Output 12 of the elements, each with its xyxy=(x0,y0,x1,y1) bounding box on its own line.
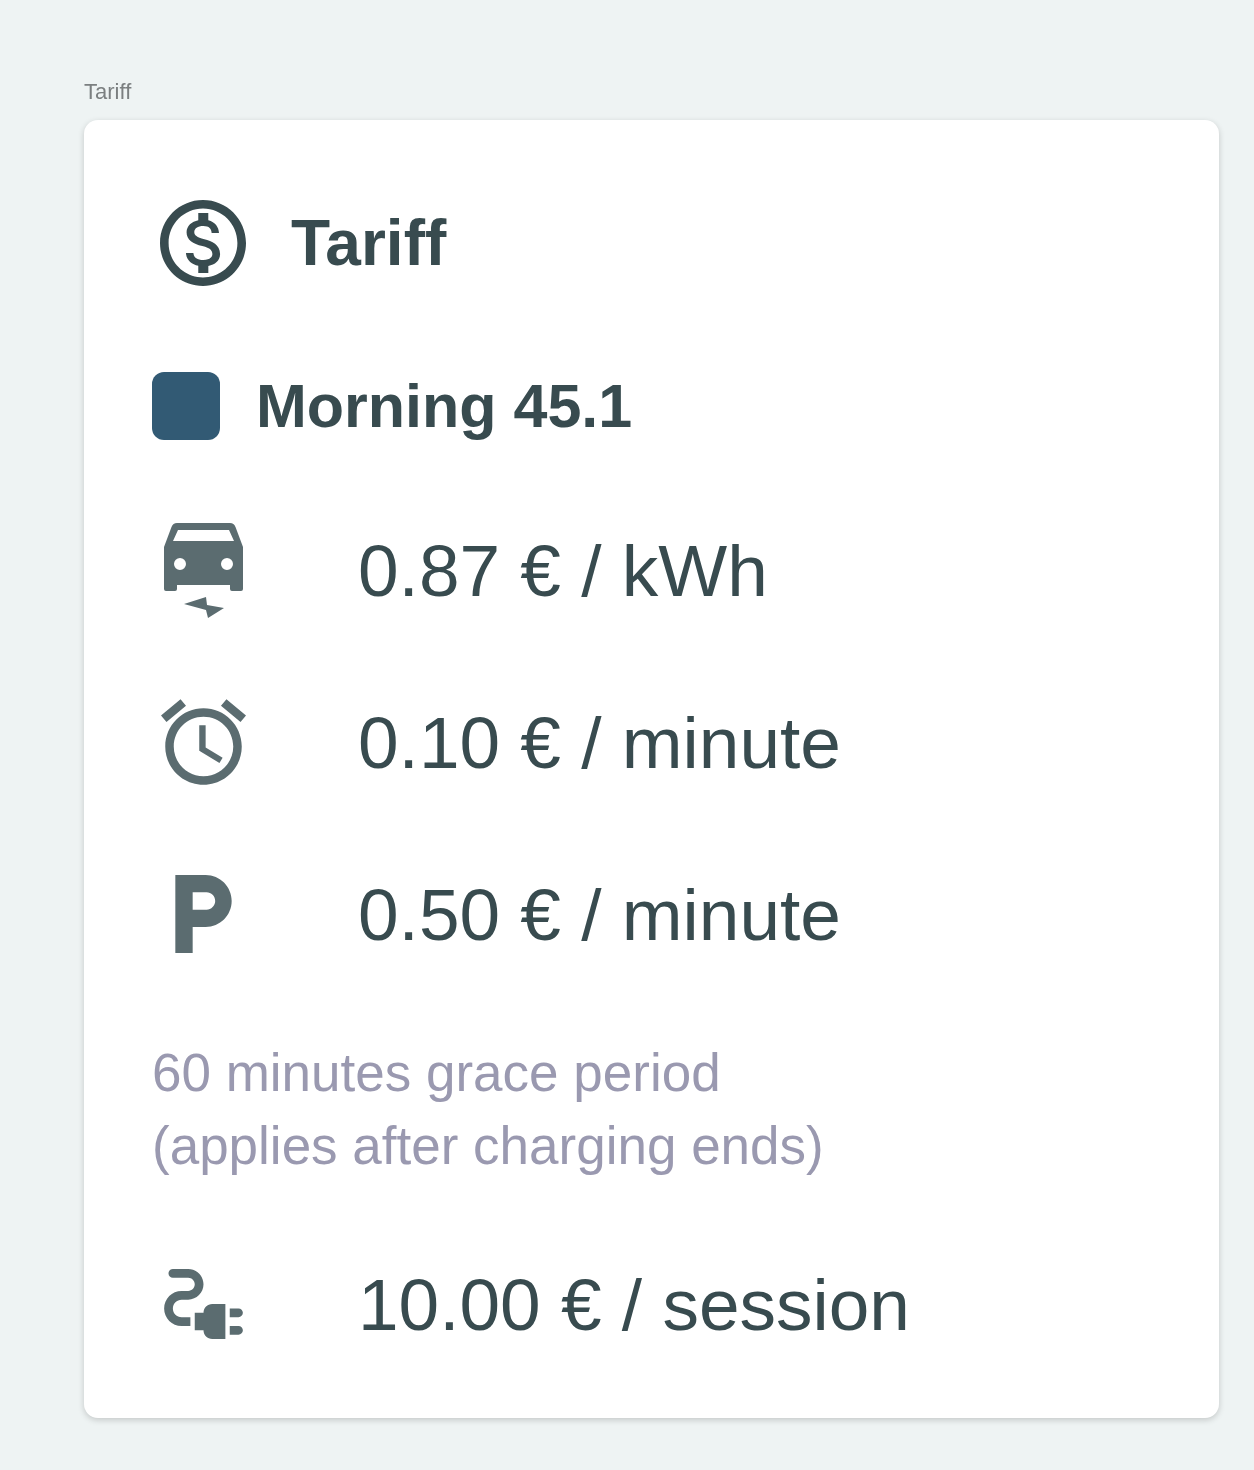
section-label: Tariff xyxy=(84,80,132,104)
price-text: 0.50 € / minute xyxy=(358,877,841,951)
alarm-clock-icon xyxy=(160,699,246,785)
electric-car-icon xyxy=(163,522,243,618)
card-title: Tariff xyxy=(291,211,447,275)
plug-icon xyxy=(163,1269,243,1339)
color-swatch-icon xyxy=(152,372,220,440)
grace-period-note: 60 minutes grace period (applies after charging ends) xyxy=(152,1042,824,1177)
price-text: 10.00 € / session xyxy=(358,1267,910,1341)
price-text: 0.87 € / kWh xyxy=(358,533,768,607)
parking-icon xyxy=(174,875,232,953)
price-text: 0.10 € / minute xyxy=(358,705,841,779)
